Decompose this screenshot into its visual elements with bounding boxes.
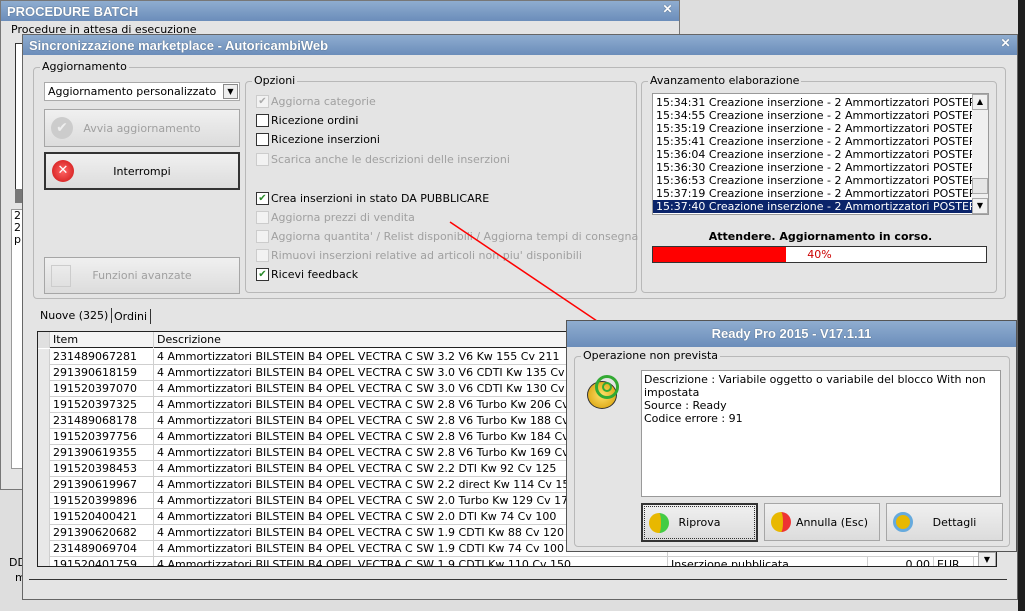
error-code: Codice errore : 91 bbox=[644, 412, 743, 425]
annulla-label: Annulla (Esc) bbox=[795, 515, 869, 529]
riprova-label: Riprova bbox=[678, 516, 721, 529]
error-dialog: Ready Pro 2015 - V17.1.11 Operazione non… bbox=[566, 320, 1017, 552]
dettagli-label: Dettagli bbox=[932, 515, 977, 529]
bug-target-icon bbox=[583, 373, 623, 413]
bug-stop-icon bbox=[771, 512, 791, 532]
bug-play-icon bbox=[649, 512, 669, 533]
error-dialog-title: Ready Pro 2015 - V17.1.11 bbox=[711, 326, 872, 341]
error-description: Descrizione : Variabile oggetto o variab… bbox=[644, 373, 986, 399]
riprova-button[interactable]: Riprova bbox=[641, 503, 758, 542]
error-legend: Operazione non prevista bbox=[581, 349, 721, 362]
error-dialog-titlebar: Ready Pro 2015 - V17.1.11 bbox=[567, 321, 1016, 347]
error-source: Source : Ready bbox=[644, 399, 727, 412]
error-message-box[interactable]: Descrizione : Variabile oggetto o variab… bbox=[641, 370, 1001, 497]
bug-search-icon bbox=[893, 512, 913, 532]
dettagli-button[interactable]: Dettagli bbox=[886, 503, 1003, 541]
annulla-button[interactable]: Annulla (Esc) bbox=[764, 503, 880, 541]
